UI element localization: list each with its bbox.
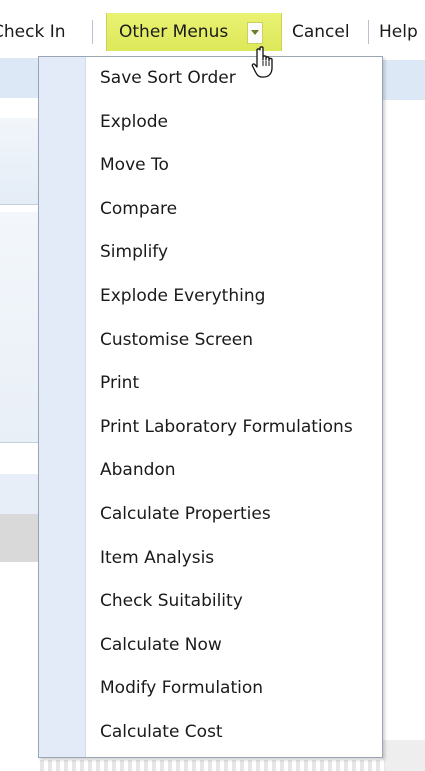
dropdown-arrow-button[interactable]	[247, 22, 263, 44]
menu-item[interactable]: Explode Everything	[39, 277, 382, 317]
menu-item-label: Compare	[100, 198, 178, 219]
menu-item-label: Modify Formulation	[100, 678, 264, 699]
menu-item-label: Save Sort Order	[100, 68, 236, 88]
menu-item-label: Calculate Now	[100, 634, 222, 655]
menu-item-label: Print	[100, 373, 140, 394]
menu-item-label: Print Laboratory Formulations	[100, 416, 353, 437]
menu-item-label: Item Analysis	[100, 547, 215, 568]
menu-item-label: Calculate Cost	[100, 722, 223, 742]
menu-item-label: Customise Screen	[100, 329, 254, 350]
menu-item-label: Calculate Properties	[100, 504, 271, 524]
background-panel	[0, 58, 40, 98]
menu-item[interactable]: Print Laboratory Formulations	[39, 408, 382, 448]
menu-item[interactable]: Abandon	[39, 451, 382, 491]
menu-item-label: Abandon	[100, 460, 176, 481]
check-in-button[interactable]: Check In	[0, 20, 66, 44]
menu-item[interactable]: Check Suitability	[39, 582, 382, 622]
menu-item[interactable]: Item Analysis	[39, 539, 382, 579]
other-menus-label: Other Menus	[119, 22, 229, 42]
help-button[interactable]: Help	[379, 20, 418, 44]
menu-item[interactable]: Calculate Properties	[39, 495, 382, 535]
menu-item-label: Explode Everything	[100, 286, 266, 306]
other-menus-dropdown: Save Sort Order Explode Move To Compare Simp…	[38, 56, 383, 758]
chevron-down-icon	[251, 30, 259, 35]
toolbar-separator	[92, 20, 93, 44]
background-divider	[0, 442, 40, 443]
menu-item-label: Move To	[100, 155, 169, 176]
menu-item[interactable]: Compare	[39, 190, 382, 230]
menu-item[interactable]: Customise Screen	[39, 321, 382, 361]
menu-item[interactable]: Explode	[39, 103, 382, 143]
menu-item[interactable]: Save Sort Order	[39, 59, 382, 99]
background-panel	[0, 474, 40, 514]
background-panel	[0, 118, 40, 204]
background-panel	[383, 60, 425, 100]
toolbar-separator	[368, 20, 369, 44]
menu-item[interactable]: Calculate Cost	[39, 713, 382, 753]
background-panel	[383, 740, 425, 771]
background-divider	[0, 204, 40, 205]
background-panel	[0, 514, 40, 562]
menu-item[interactable]: Simplify	[39, 233, 382, 273]
menu-item-label: Check Suitability	[100, 591, 243, 612]
menu-item[interactable]: Modify Formulation	[39, 669, 382, 709]
menu-item[interactable]: Calculate Now	[39, 626, 382, 666]
cancel-button[interactable]: Cancel	[292, 20, 350, 44]
background-panel	[0, 212, 40, 442]
menu-item-label: Simplify	[100, 242, 169, 263]
menu-item[interactable]: Print	[39, 364, 382, 404]
menu-item[interactable]: Move To	[39, 146, 382, 186]
background-panel	[40, 760, 385, 771]
toolbar: Check In Other Menus Cancel Help	[0, 12, 425, 52]
hand-pointer-icon	[251, 46, 273, 78]
menu-item-label: Explode	[100, 111, 168, 132]
